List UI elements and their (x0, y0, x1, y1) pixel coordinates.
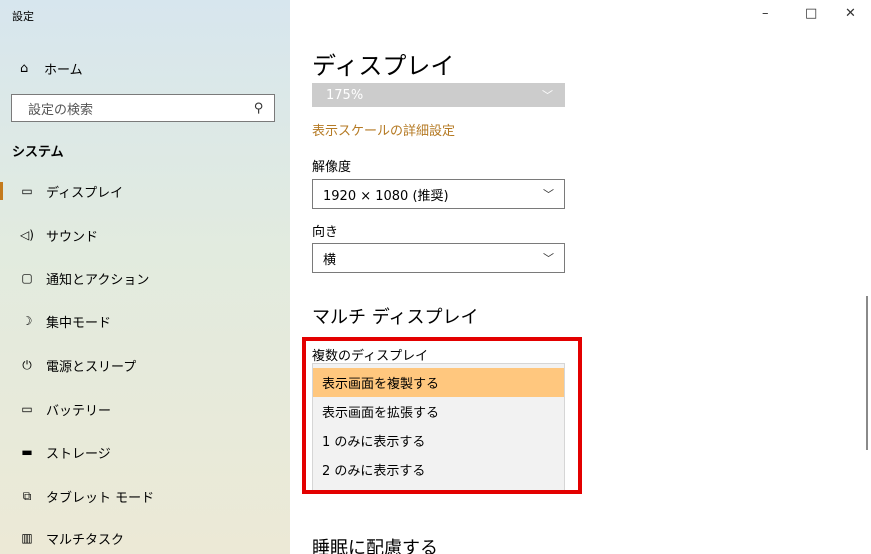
sidebar-item-label: タブレット モード (46, 490, 155, 506)
sidebar-item-label: マルチタスク (46, 532, 125, 548)
close-button[interactable]: ✕ (845, 6, 856, 21)
resolution-value: 1920 × 1080 (推奨) (323, 188, 449, 204)
battery-icon: ▭ (21, 402, 33, 416)
resolution-label: 解像度 (312, 160, 352, 175)
storage-icon: ▬ (21, 445, 33, 459)
chevron-down-icon: ﹀ (543, 252, 554, 265)
chevron-down-icon: ﹀ (543, 188, 554, 201)
advanced-scaling-link[interactable]: 表示スケールの詳細設定 (312, 120, 455, 139)
sidebar-item-multitask[interactable]: ▥ マルチタスク (0, 518, 290, 554)
notification-icon: ▢ (21, 271, 33, 285)
resolution-dropdown[interactable]: 1920 × 1080 (推奨) ﹀ (312, 179, 565, 209)
search-box[interactable]: 設定の検索 ⚲ (11, 94, 275, 122)
app-title: 設定 (12, 10, 34, 23)
highlight-box (302, 337, 582, 494)
chevron-down-icon: ﹀ (542, 89, 553, 102)
minimize-button[interactable]: – (762, 6, 769, 21)
multi-display-heading: マルチ ディスプレイ (312, 307, 479, 328)
search-icon[interactable]: ⚲ (254, 101, 264, 116)
sidebar-item-power[interactable]: ⏻ 電源とスリープ (0, 345, 290, 385)
sidebar-item-label: サウンド (46, 229, 99, 245)
sidebar-item-label: バッテリー (46, 403, 112, 419)
sidebar-item-storage[interactable]: ▬ ストレージ (0, 432, 290, 472)
sidebar-item-label: ディスプレイ (46, 185, 124, 201)
power-icon: ⏻ (22, 357, 32, 372)
sidebar-item-label: 通知とアクション (46, 272, 150, 288)
display-icon: ▭ (21, 184, 33, 198)
scale-value: 175% (326, 87, 364, 103)
sidebar-item-notifications[interactable]: ▢ 通知とアクション (0, 258, 290, 298)
tablet-icon: ⧉ (22, 488, 32, 503)
sidebar-item-sound[interactable]: ◁) サウンド (0, 215, 290, 255)
sidebar-item-label: 電源とスリープ (46, 359, 137, 375)
scale-dropdown[interactable]: 175% ﹀ (312, 83, 565, 107)
sidebar-item-tablet[interactable]: ⧉ タブレット モード (0, 476, 290, 516)
speaker-icon: ◁) (20, 228, 34, 242)
scrollbar[interactable] (866, 296, 868, 450)
sidebar-home[interactable]: ⌂ ホーム (20, 58, 83, 78)
sidebar-item-battery[interactable]: ▭ バッテリー (0, 389, 290, 429)
orientation-value: 横 (323, 252, 337, 268)
orientation-dropdown[interactable]: 横 ﹀ (312, 243, 565, 273)
home-icon: ⌂ (20, 60, 29, 76)
sidebar-item-label: 集中モード (46, 315, 112, 331)
search-input[interactable]: 設定の検索 (28, 99, 254, 118)
home-label: ホーム (44, 62, 83, 78)
moon-icon: ☽ (21, 314, 33, 328)
orientation-label: 向き (312, 225, 339, 240)
sidebar-item-label: ストレージ (46, 446, 111, 462)
sidebar: 設定 ⌂ ホーム 設定の検索 ⚲ システム ▭ ディスプレイ ◁) サウンド ▢… (0, 0, 290, 554)
section-heading: システム (12, 145, 64, 160)
page-title: ディスプレイ (312, 52, 455, 80)
sidebar-item-display[interactable]: ▭ ディスプレイ (0, 171, 290, 211)
maximize-button[interactable]: □ (805, 6, 817, 21)
main-content: – □ ✕ ディスプレイ 175% ﹀ 表示スケールの詳細設定 解像度 1920… (290, 0, 871, 554)
sidebar-item-focus[interactable]: ☽ 集中モード (0, 301, 290, 341)
multitask-icon: ▥ (21, 531, 33, 545)
sleep-heading: 睡眠に配慮する (312, 538, 438, 554)
